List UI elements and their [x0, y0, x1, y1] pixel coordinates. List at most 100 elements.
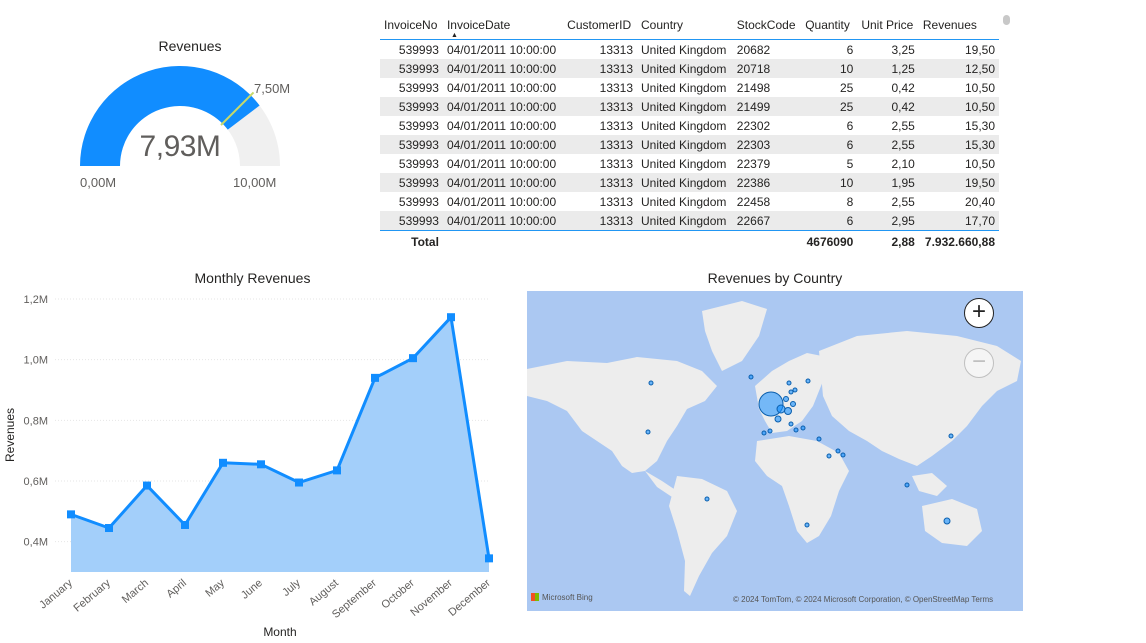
- gauge-max-label: 10,00M: [233, 175, 277, 190]
- bubble-brazil[interactable]: [704, 496, 710, 502]
- table-cell: 539993: [398, 80, 439, 95]
- table-row[interactable]: 539993 04/01/2011 10:00:00 13313 United Kin…: [380, 154, 999, 173]
- table-cell: United Kingdom: [641, 80, 727, 95]
- table-row[interactable]: 539993 04/01/2011 10:00:00 13313 United Kin…: [380, 135, 999, 154]
- column-header-invoicedate[interactable]: InvoiceDate: [442, 14, 564, 40]
- bubble-usa[interactable]: [645, 429, 651, 435]
- bubble-europe-10[interactable]: [788, 421, 794, 427]
- table-cell: 539993: [398, 194, 439, 209]
- bubble-europe-8[interactable]: [792, 387, 798, 393]
- table-cell: 3,25: [891, 42, 915, 57]
- table-row[interactable]: 539993 04/01/2011 10:00:00 13313 United Kin…: [380, 192, 999, 211]
- bubble-europe-5[interactable]: [790, 401, 796, 407]
- table-cell: 13313: [563, 135, 638, 154]
- sort-ascending-icon[interactable]: ▲: [451, 32, 458, 39]
- table-cell: 25: [801, 97, 858, 116]
- table-cell: 2,10: [891, 156, 915, 171]
- data-point-june[interactable]: [257, 460, 265, 469]
- bubble-middle-east-4[interactable]: [840, 452, 846, 458]
- table-cell: 13313: [599, 118, 634, 133]
- data-point-april[interactable]: [181, 520, 189, 529]
- land-masses: [527, 301, 1021, 596]
- table-cell: 13313: [563, 173, 638, 192]
- table-cell: 04/01/2011 10:00:00: [446, 156, 557, 171]
- bubble-japan[interactable]: [948, 433, 954, 439]
- bubble-canada[interactable]: [648, 380, 654, 386]
- table-cell: 10,50: [964, 156, 995, 171]
- land-australia: [922, 499, 982, 546]
- table-cell: 13313: [599, 194, 634, 209]
- data-point-december[interactable]: [485, 554, 493, 563]
- table-scrollbar[interactable]: [1003, 15, 1010, 25]
- total-unit-price: 2,88: [857, 230, 919, 253]
- table-cell: 13313: [599, 156, 634, 171]
- bubble-iceland[interactable]: [748, 374, 754, 380]
- y-tick-label: 0,8M: [24, 415, 48, 427]
- column-header-quantity[interactable]: Quantity: [801, 14, 858, 40]
- bubble-europe-2[interactable]: [784, 407, 792, 415]
- bubble-middle-east-1[interactable]: [816, 436, 822, 442]
- data-point-may[interactable]: [219, 458, 227, 467]
- map-attribution[interactable]: © 2024 TomTom, © 2024 Microsoft Corporat…: [733, 595, 993, 604]
- bubble-middle-east-2[interactable]: [826, 453, 832, 459]
- bubble-europe-11[interactable]: [761, 430, 767, 436]
- column-header-revenues[interactable]: Revenues: [918, 14, 999, 40]
- table-row[interactable]: 539993 04/01/2011 10:00:00 13313 United Kin…: [380, 116, 999, 135]
- data-point-november[interactable]: [447, 313, 455, 322]
- column-header-stockcode[interactable]: StockCode: [732, 14, 802, 40]
- land-south-america: [669, 476, 737, 596]
- table-row[interactable]: 539993 04/01/2011 10:00:00 13313 United Kin…: [380, 40, 999, 60]
- zoom-in-button[interactable]: +: [964, 298, 994, 328]
- table-cell: 10: [801, 173, 858, 192]
- table-cell: United Kingdom: [637, 135, 733, 154]
- data-point-august[interactable]: [333, 466, 341, 475]
- bubble-australia[interactable]: [943, 517, 951, 525]
- world-map[interactable]: [527, 291, 1023, 611]
- data-point-october[interactable]: [409, 354, 417, 363]
- table-cell: 539993: [398, 42, 439, 57]
- column-header-invoiceno[interactable]: InvoiceNo: [380, 14, 443, 40]
- bubble-europe-9[interactable]: [805, 378, 811, 384]
- table-cell: 20718: [732, 59, 802, 78]
- table-cell: 10: [801, 59, 858, 78]
- bing-logo-text: Microsoft Bing: [542, 593, 593, 602]
- table-row[interactable]: 539993 04/01/2011 10:00:00 13313 United Kin…: [380, 97, 999, 116]
- table-row[interactable]: 539993 04/01/2011 10:00:00 13313 United Kin…: [380, 211, 999, 231]
- bubble-europe-3[interactable]: [774, 415, 782, 423]
- bubble-singapore[interactable]: [904, 482, 910, 488]
- table-cell: 04/01/2011 10:00:00: [442, 97, 564, 116]
- column-header-customerid[interactable]: CustomerID: [563, 14, 638, 40]
- bubble-europe-4[interactable]: [783, 396, 789, 402]
- bubble-europe-7[interactable]: [786, 380, 792, 386]
- bubble-europe-13[interactable]: [793, 427, 799, 433]
- bubble-europe-12[interactable]: [767, 428, 773, 434]
- table-cell: 2,55: [857, 135, 919, 154]
- bubble-europe-14[interactable]: [800, 425, 806, 431]
- table-cell: 04/01/2011 10:00:00: [442, 211, 564, 231]
- table-cell: 04/01/2011 10:00:00: [446, 80, 557, 95]
- data-point-september[interactable]: [371, 373, 379, 382]
- revenues-by-country-map[interactable]: + − Microsoft Bing © 2024 TomTom, © 2024…: [527, 291, 1023, 611]
- land-north-america: [527, 357, 717, 473]
- table-row[interactable]: 539993 04/01/2011 10:00:00 13313 United Kin…: [380, 59, 999, 78]
- table-cell: 22458: [736, 194, 771, 209]
- column-header-unit-price[interactable]: Unit Price: [857, 14, 919, 40]
- table-row[interactable]: 539993 04/01/2011 10:00:00 13313 United Kin…: [380, 78, 999, 97]
- data-point-january[interactable]: [67, 510, 75, 519]
- table-cell: United Kingdom: [641, 118, 727, 133]
- bubble-europe-1[interactable]: [776, 404, 786, 414]
- bubble-europe-6[interactable]: [788, 389, 794, 395]
- data-point-march[interactable]: [143, 481, 151, 490]
- table-row[interactable]: 539993 04/01/2011 10:00:00 13313 United Kin…: [380, 173, 999, 192]
- table-cell: United Kingdom: [637, 211, 733, 231]
- table-cell: 539993: [380, 135, 443, 154]
- data-point-february[interactable]: [105, 524, 113, 533]
- data-point-july[interactable]: [295, 478, 303, 487]
- bubble-south-africa[interactable]: [804, 522, 810, 528]
- table-header-row: InvoiceNo InvoiceDate CustomerID Country…: [380, 14, 999, 40]
- bubble-middle-east-3[interactable]: [835, 448, 841, 454]
- table-cell: 04/01/2011 10:00:00: [442, 173, 564, 192]
- table-cell: 539993: [398, 118, 439, 133]
- column-header-country[interactable]: Country: [637, 14, 733, 40]
- zoom-out-button[interactable]: −: [964, 348, 994, 378]
